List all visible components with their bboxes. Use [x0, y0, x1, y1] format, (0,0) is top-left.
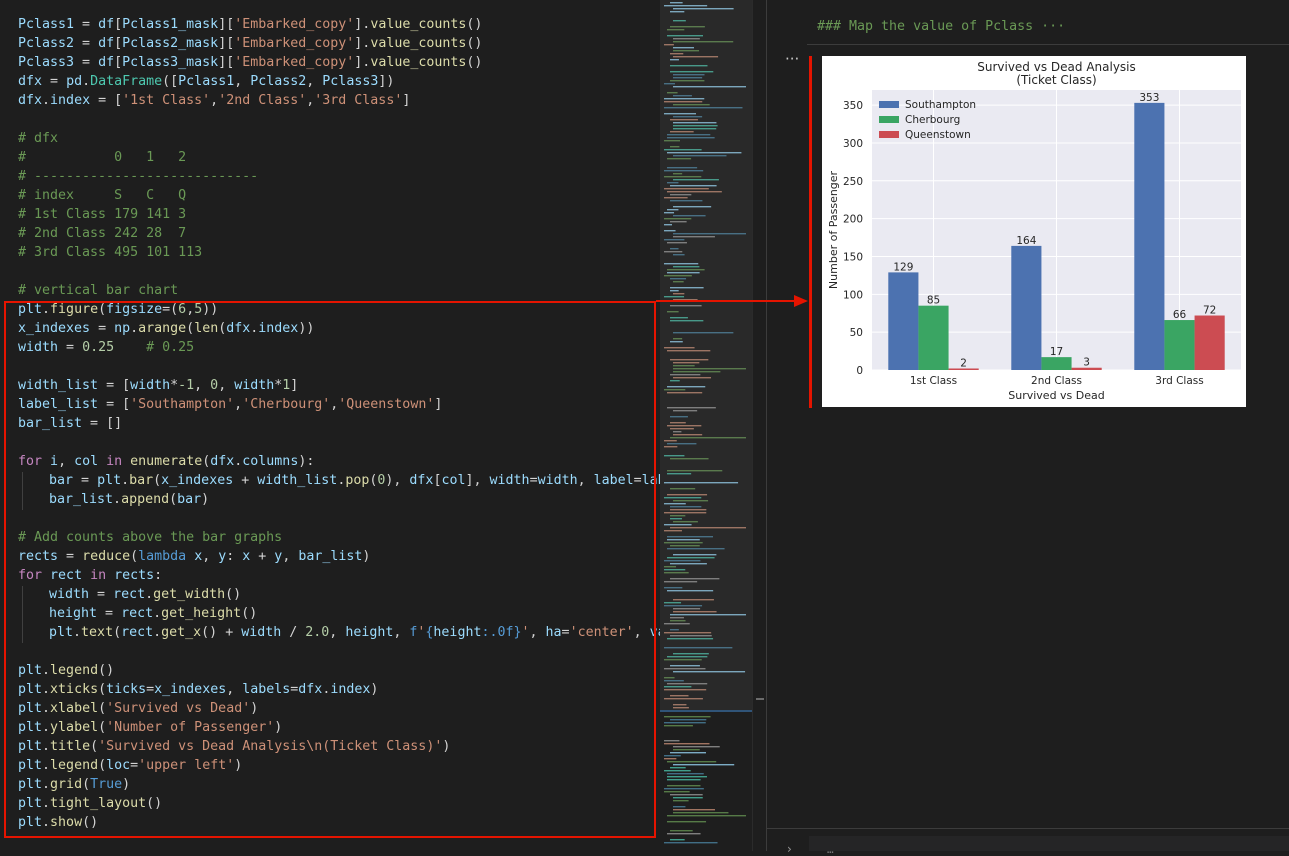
annotation-arrow	[656, 295, 808, 307]
arrow-head-icon	[794, 295, 808, 307]
